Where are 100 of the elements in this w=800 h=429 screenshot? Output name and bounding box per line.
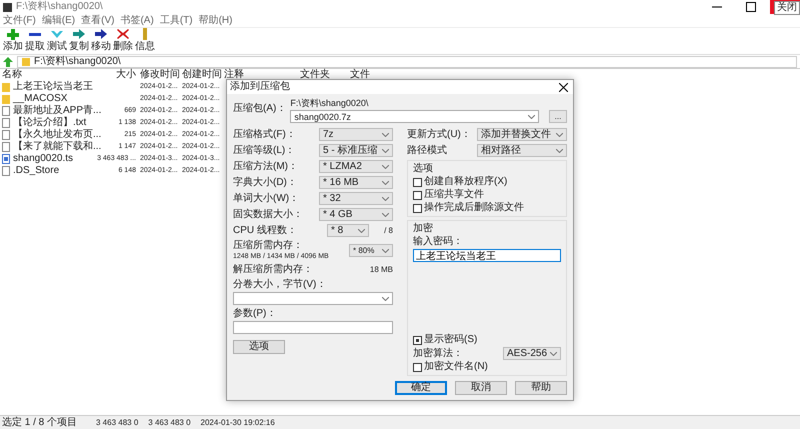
field-label: CPU 线程数： (233, 224, 297, 236)
cross-icon (116, 28, 130, 40)
address-field[interactable]: F:\资料\shang0020\ (17, 56, 797, 68)
status-text: 3 463 483 0 (95, 416, 140, 428)
dropdown[interactable]: * 16 MB (319, 176, 393, 189)
chevron-down-icon (382, 132, 389, 136)
dropdown[interactable]: * 8 (327, 224, 369, 237)
file-name[interactable]: 【论坛介绍】.txt (13, 117, 86, 129)
dropdown[interactable]: 5 - 标准压缩 (319, 144, 393, 157)
close-icon[interactable] (559, 82, 568, 92)
dialog-button[interactable]: 取消 (455, 381, 507, 395)
file-name[interactable]: __MACOSX (13, 93, 68, 105)
dialog-title: 添加到压缩包 (230, 81, 290, 93)
dialog-button[interactable]: 帮助 (515, 381, 567, 395)
column-header[interactable]: 名称 (0, 69, 96, 81)
chevron-down-icon (382, 164, 389, 168)
up-arrow-icon[interactable] (3, 56, 13, 66)
options-button[interactable]: 选项 (233, 340, 285, 354)
add-button[interactable]: 添加 (2, 28, 24, 54)
field-label: 路径模式 (407, 144, 447, 156)
field-label: 加密算法： (413, 348, 463, 360)
menu-item[interactable]: 工具(T) (160, 14, 193, 26)
dropdown[interactable]: 7z (319, 128, 393, 141)
checkbox[interactable] (413, 204, 422, 212)
browse-button[interactable]: ... (549, 110, 567, 123)
checkbox[interactable] (413, 362, 422, 372)
column-header[interactable]: 修改时间 (138, 69, 180, 81)
parameters-field[interactable] (233, 321, 393, 334)
column-header[interactable]: 创建时间 (180, 69, 222, 81)
chevron-down-icon (382, 180, 389, 184)
copy-button[interactable]: 复制 (68, 28, 90, 54)
test-button[interactable]: 测试 (46, 28, 68, 54)
checkbox[interactable] (413, 190, 422, 200)
file-name[interactable]: 【来了就能下载和... (13, 141, 102, 153)
chevron-down-icon (358, 228, 365, 232)
dropdown[interactable]: * 80% (349, 244, 393, 257)
field-label: 更新方式(U)： (407, 128, 471, 140)
chevron-down-icon (550, 352, 557, 356)
column-header[interactable]: 大小 (96, 69, 138, 81)
move-button[interactable]: 移动 (90, 28, 112, 54)
menu-item[interactable]: 文件(F) (3, 14, 36, 26)
menu-item[interactable]: 书签(A) (120, 14, 154, 26)
field-label: 压缩格式(F)： (233, 128, 296, 140)
group-title: 加密 (413, 223, 434, 235)
menu-item[interactable]: 编辑(E) (42, 14, 76, 26)
maximize-icon (746, 2, 756, 12)
memory-value: 18 MB (370, 264, 393, 276)
file-name[interactable]: 【永久地址发布页... (13, 129, 102, 141)
field-label: 解压缩所需内存： (233, 264, 313, 276)
checkbox[interactable] (413, 178, 422, 186)
checkbox-label[interactable]: 显示密码(S) (424, 334, 478, 346)
dropdown[interactable]: * 32 (319, 192, 393, 205)
archive-name-combo[interactable]: shang0020.7z (290, 110, 539, 123)
tooltip: 关闭 (774, 1, 800, 15)
folder-icon (22, 58, 30, 66)
field-label: 参数(P)： (233, 308, 278, 320)
menu-item[interactable]: 查看(V) (81, 14, 114, 26)
file-name[interactable]: shang0020.ts (13, 153, 74, 165)
column-header[interactable]: 文件夹 (282, 69, 332, 81)
extract-button[interactable]: 提取 (24, 28, 46, 54)
chevron-down-icon (556, 132, 563, 136)
field-label: 单词大小(W)： (233, 192, 300, 204)
chevron-down-icon (382, 296, 389, 300)
password-field[interactable]: 上老王论坛当老王 (413, 249, 561, 262)
dropdown[interactable]: AES-256 (503, 347, 561, 360)
field-label: 输入密码： (413, 236, 464, 248)
checkbox-label[interactable]: 加密文件名(N) (424, 361, 488, 373)
column-header[interactable]: 文件 (332, 69, 372, 81)
check-icon (50, 28, 64, 40)
field-label: 固实数据大小： (233, 208, 303, 220)
delete-button[interactable]: 删除 (112, 28, 134, 54)
dropdown[interactable]: 添加并替换文件 (477, 128, 567, 141)
field-label: 压缩包(A)： (233, 103, 286, 115)
menu-item[interactable]: 帮助(H) (198, 14, 232, 26)
chevron-down-icon (382, 196, 389, 200)
archive-path: F:\资料\shang0020\ (290, 97, 368, 109)
chevron-down-icon (382, 212, 389, 216)
checkbox-label[interactable]: 压缩共享文件 (424, 189, 484, 201)
info-button[interactable]: 信息 (134, 28, 156, 54)
arrow-icon (94, 28, 108, 40)
dialog-button[interactable]: 确定 (395, 381, 447, 395)
arrow-icon (72, 28, 86, 40)
status-text: 2024-01-30 19:02:16 (200, 416, 276, 428)
dropdown[interactable]: 相对路径 (477, 144, 567, 157)
column-header[interactable]: 注释 (222, 69, 282, 81)
checkbox-label[interactable]: 创建自释放程序(X) (424, 176, 508, 188)
file-name[interactable]: 最新地址及APP青... (13, 105, 102, 117)
status-text: 3 463 483 0 (147, 416, 192, 428)
thread-count: / 8 (383, 224, 393, 236)
checkbox[interactable] (413, 336, 422, 344)
plus-icon (6, 28, 20, 40)
chevron-down-icon (382, 148, 389, 152)
file-name[interactable]: .DS_Store (13, 165, 60, 177)
checkbox-label[interactable]: 操作完成后删除源文件 (424, 202, 524, 214)
chevron-down-icon (382, 248, 389, 252)
dropdown[interactable]: * 4 GB (319, 208, 393, 221)
chevron-down-icon (528, 114, 535, 118)
file-name[interactable]: 上老王论坛当老王 (13, 81, 93, 93)
field-label: 压缩方法(M)： (233, 160, 298, 172)
dropdown[interactable]: * LZMA2 (319, 160, 393, 173)
